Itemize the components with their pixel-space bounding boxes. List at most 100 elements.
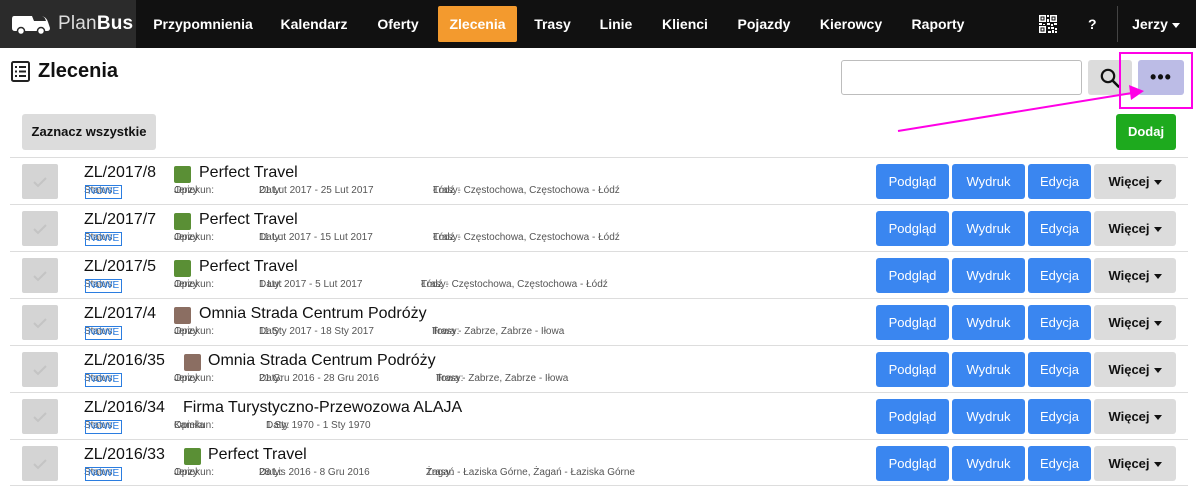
more-dropdown-button[interactable]: Więcej xyxy=(1094,258,1176,293)
preview-button[interactable]: Podgląd xyxy=(876,446,949,481)
nav-item-linie[interactable]: Linie xyxy=(590,6,642,42)
help-button[interactable]: ? xyxy=(1088,6,1097,42)
edit-button[interactable]: Edycja xyxy=(1028,164,1091,199)
daty-value: 21 Gru 2016 - 28 Gru 2016 xyxy=(259,373,380,384)
print-button[interactable]: Wydruk xyxy=(952,352,1025,387)
check-icon xyxy=(33,176,47,187)
trasy-value: Łódź - Częstochowa, Częstochowa - Łódź xyxy=(433,232,620,243)
print-button[interactable]: Wydruk xyxy=(952,164,1025,199)
daty-value: 1 Lut 2017 - 5 Lut 2017 xyxy=(259,279,363,290)
planbus-logo[interactable]: PlanBus xyxy=(0,0,136,48)
edit-button[interactable]: Edycja xyxy=(1028,399,1091,434)
trasy-value: Iłowa - Zabrze, Zabrze - Iłowa xyxy=(432,326,565,337)
print-button[interactable]: Wydruk xyxy=(952,305,1025,340)
opiekun-value: Jerzy xyxy=(174,185,198,196)
order-row: ZL/2016/33 Perfect Travel Status: NOWE Op… xyxy=(10,439,1188,486)
edit-button[interactable]: Edycja xyxy=(1028,446,1091,481)
more-dropdown-button[interactable]: Więcej xyxy=(1094,211,1176,246)
add-button[interactable]: Dodaj xyxy=(1116,114,1176,150)
trasy-value: Żagań - Łaziska Górne, Żagań - Łaziska G… xyxy=(426,467,635,478)
client-name[interactable]: Perfect Travel xyxy=(199,258,298,276)
client-color-swatch xyxy=(184,448,201,465)
client-name[interactable]: Perfect Travel xyxy=(199,211,298,229)
nav-item-raporty[interactable]: Raporty xyxy=(902,6,974,42)
caret-down-icon xyxy=(1153,368,1162,374)
order-number[interactable]: ZL/2017/7 xyxy=(84,211,156,229)
search-input[interactable] xyxy=(841,60,1082,95)
more-label: Więcej xyxy=(1108,456,1150,471)
client-name[interactable]: Firma Turystyczno-Przewozowa ALAJA xyxy=(183,399,462,417)
nav-item-przypomnienia[interactable]: Przypomnienia xyxy=(144,6,262,42)
preview-button[interactable]: Podgląd xyxy=(876,305,949,340)
opiekun-value: Jerzy xyxy=(174,232,198,243)
more-dropdown-button[interactable]: Więcej xyxy=(1094,399,1176,434)
daty-value: 11 Lut 2017 - 15 Lut 2017 xyxy=(259,232,373,243)
print-button[interactable]: Wydruk xyxy=(952,446,1025,481)
order-number[interactable]: ZL/2017/8 xyxy=(84,164,156,182)
check-icon xyxy=(33,458,47,469)
user-menu[interactable]: Jerzy xyxy=(1126,6,1186,42)
more-dropdown-button[interactable]: Więcej xyxy=(1094,164,1176,199)
more-label: Więcej xyxy=(1108,315,1150,330)
more-label: Więcej xyxy=(1108,174,1150,189)
nav-item-kierowcy[interactable]: Kierowcy xyxy=(810,6,892,42)
caret-down-icon xyxy=(1153,415,1162,421)
order-number[interactable]: ZL/2017/4 xyxy=(84,305,156,323)
daty-value: 11 Sty 2017 - 18 Sty 2017 xyxy=(259,326,374,337)
caret-down-icon xyxy=(1153,227,1162,233)
client-name[interactable]: Omnia Strada Centrum Podróży xyxy=(199,305,427,323)
status-badge: NOWE xyxy=(85,373,123,387)
print-button[interactable]: Wydruk xyxy=(952,211,1025,246)
row-checkbox[interactable] xyxy=(22,305,58,340)
nav-item-oferty[interactable]: Oferty xyxy=(366,6,430,42)
logo-bus: Bus xyxy=(96,13,134,34)
caret-down-icon xyxy=(1153,321,1162,327)
client-color-swatch xyxy=(174,260,191,277)
bus-logo-icon xyxy=(12,16,50,36)
nav-item-kalendarz[interactable]: Kalendarz xyxy=(270,6,358,42)
row-checkbox[interactable] xyxy=(22,446,58,481)
client-name[interactable]: Omnia Strada Centrum Podróży xyxy=(208,352,436,370)
preview-button[interactable]: Podgląd xyxy=(876,399,949,434)
order-number[interactable]: ZL/2016/35 xyxy=(84,352,165,370)
print-button[interactable]: Wydruk xyxy=(952,399,1025,434)
check-icon xyxy=(33,364,47,375)
row-checkbox[interactable] xyxy=(22,258,58,293)
edit-button[interactable]: Edycja xyxy=(1028,211,1091,246)
row-checkbox[interactable] xyxy=(22,211,58,246)
edit-button[interactable]: Edycja xyxy=(1028,352,1091,387)
nav-item-zlecenia[interactable]: Zlecenia xyxy=(438,6,517,42)
logo-text: PlanBus xyxy=(58,13,133,35)
check-icon xyxy=(33,223,47,234)
nav-item-pojazdy[interactable]: Pojazdy xyxy=(728,6,800,42)
status-badge: NOWE xyxy=(85,420,123,434)
order-number[interactable]: ZL/2016/34 xyxy=(84,399,165,417)
client-color-swatch xyxy=(184,354,201,371)
edit-button[interactable]: Edycja xyxy=(1028,305,1091,340)
client-name[interactable]: Perfect Travel xyxy=(208,446,307,464)
order-number[interactable]: ZL/2017/5 xyxy=(84,258,156,276)
opiekun-value: Jerzy xyxy=(174,373,198,384)
nav-item-klienci[interactable]: Klienci xyxy=(652,6,718,42)
qr-code-icon[interactable] xyxy=(1038,14,1058,34)
more-dropdown-button[interactable]: Więcej xyxy=(1094,305,1176,340)
preview-button[interactable]: Podgląd xyxy=(876,211,949,246)
search-icon xyxy=(1100,68,1120,88)
client-name[interactable]: Perfect Travel xyxy=(199,164,298,182)
more-label: Więcej xyxy=(1108,362,1150,377)
preview-button[interactable]: Podgląd xyxy=(876,258,949,293)
more-dropdown-button[interactable]: Więcej xyxy=(1094,352,1176,387)
row-checkbox[interactable] xyxy=(22,352,58,387)
preview-button[interactable]: Podgląd xyxy=(876,164,949,199)
preview-button[interactable]: Podgląd xyxy=(876,352,949,387)
user-name: Jerzy xyxy=(1132,16,1168,32)
row-checkbox[interactable] xyxy=(22,399,58,434)
select-all-button[interactable]: Zaznacz wszystkie xyxy=(22,114,156,150)
print-button[interactable]: Wydruk xyxy=(952,258,1025,293)
edit-button[interactable]: Edycja xyxy=(1028,258,1091,293)
nav-item-trasy[interactable]: Trasy xyxy=(525,6,580,42)
more-dropdown-button[interactable]: Więcej xyxy=(1094,446,1176,481)
order-number[interactable]: ZL/2016/33 xyxy=(84,446,165,464)
caret-down-icon xyxy=(1153,180,1162,186)
row-checkbox[interactable] xyxy=(22,164,58,199)
